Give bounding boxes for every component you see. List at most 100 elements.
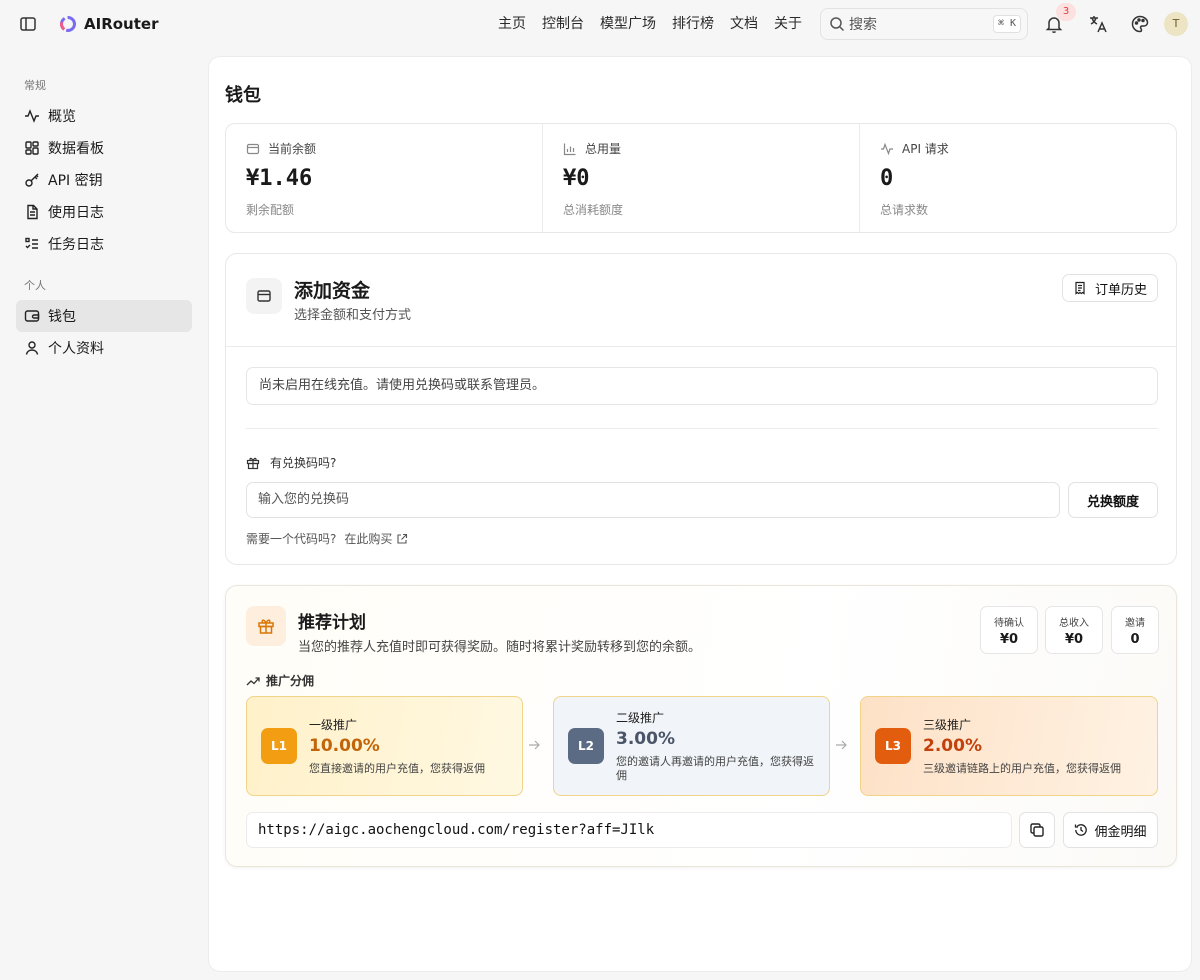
sidebar-item-label: 概览 — [48, 109, 76, 125]
referral-subtitle: 当您的推荐人充值时即可获得奖励。随时将累计奖励转移到您的余额。 — [298, 640, 702, 655]
stat-value: 0 — [880, 166, 894, 191]
invites-value: 0 — [1130, 632, 1140, 647]
page-title: 钱包 — [225, 85, 261, 106]
wallet-icon — [246, 278, 282, 314]
nav-leaderboard[interactable]: 排行榜 — [672, 14, 714, 34]
stat-label: 总用量 — [585, 142, 622, 156]
stat-value: ¥0 — [563, 166, 590, 191]
sidebar-toggle-icon[interactable] — [18, 14, 38, 34]
referral-link-field[interactable]: https://aigc.aochengcloud.com/register?a… — [246, 812, 1012, 848]
stats-card: 当前余额 ¥1.46 剩余配额 总用量 ¥0 总消耗额度 API 请求 0 总请… — [225, 123, 1177, 233]
search-input[interactable]: 搜索 ⌘ K — [820, 8, 1028, 40]
referral-card: 推荐计划 当您的推荐人充值时即可获得奖励。随时将累计奖励转移到您的余额。 待确认… — [225, 585, 1177, 867]
sidebar-item-profile[interactable]: 个人资料 — [16, 332, 192, 364]
stat-sub: 总请求数 — [880, 203, 929, 217]
tier-desc: 您直接邀请的用户充值，您获得返佣 — [309, 762, 485, 775]
wallet-icon — [246, 142, 260, 156]
commission-details-button[interactable]: 佣金明细 — [1063, 812, 1158, 848]
key-icon — [24, 172, 40, 188]
notification-badge: 3 — [1056, 3, 1076, 21]
tier-badge: L3 — [875, 728, 911, 764]
nav-docs[interactable]: 文档 — [730, 14, 758, 34]
tier-percent: 3.00% — [616, 729, 675, 749]
tier-badge: L2 — [568, 728, 604, 764]
redeem-label: 有兑换码吗? — [270, 456, 337, 470]
external-link-icon[interactable] — [392, 533, 408, 545]
avatar[interactable]: T — [1164, 12, 1188, 36]
activity-icon — [24, 108, 40, 124]
brand-name[interactable]: AIRouter — [84, 14, 158, 34]
top-nav: 主页 控制台 模型广场 排行榜 文档 关于 — [498, 14, 818, 34]
palette-icon[interactable] — [1130, 14, 1150, 34]
list-icon — [24, 236, 40, 252]
tier-desc: 您的邀请人再邀请的用户充值，您获得返佣 — [616, 755, 814, 782]
invites-label: 邀请 — [1125, 618, 1145, 629]
tiers-heading: 推广分佣 — [246, 672, 314, 689]
activity-icon — [880, 142, 894, 156]
tier-name: 一级推广 — [309, 718, 358, 732]
income-stat: 总收入 ¥0 — [1045, 606, 1103, 654]
referral-title: 推荐计划 — [298, 613, 366, 633]
stat-requests: API 请求 0 总请求数 — [860, 124, 1176, 232]
dashboard-icon — [24, 140, 40, 156]
buy-link[interactable]: 在此购买 — [344, 530, 392, 547]
tier-name: 三级推广 — [923, 718, 972, 732]
sidebar-item-label: API 密钥 — [48, 173, 103, 189]
order-history-button[interactable]: 订单历史 — [1062, 274, 1158, 302]
brand-logo-icon[interactable] — [58, 14, 78, 34]
pending-label: 待确认 — [994, 618, 1024, 629]
sidebar-item-label: 个人资料 — [48, 341, 104, 357]
copy-link-button[interactable] — [1019, 812, 1055, 848]
sidebar-item-task-logs[interactable]: 任务日志 — [16, 228, 192, 260]
add-funds-card: 添加资金 选择金额和支付方式 订单历史 尚未启用在线充值。请使用兑换码或联系管理… — [225, 253, 1177, 565]
receipt-icon — [1073, 281, 1087, 295]
need-code-text: 需要一个代码吗? — [246, 532, 337, 546]
stat-value: ¥1.46 — [246, 166, 313, 191]
tier-card-l2: L2 二级推广 3.00% 您的邀请人再邀请的用户充值，您获得返佣 — [553, 696, 830, 796]
stat-sub: 剩余配额 — [246, 203, 295, 217]
tier-percent: 2.00% — [923, 736, 982, 756]
divider — [246, 428, 1158, 429]
commission-details-label: 佣金明细 — [1094, 824, 1147, 840]
tier-badge: L1 — [261, 728, 297, 764]
search-placeholder: 搜索 — [849, 17, 877, 33]
funds-subtitle: 选择金额和支付方式 — [294, 308, 412, 323]
tier-card-l3: L3 三级推广 2.00% 三级邀请链路上的用户充值，您获得返佣 — [860, 696, 1158, 796]
stat-label: API 请求 — [902, 142, 949, 156]
income-label: 总收入 — [1059, 618, 1089, 629]
stat-sub: 总消耗额度 — [563, 203, 624, 217]
nav-console[interactable]: 控制台 — [542, 14, 584, 34]
search-shortcut: ⌘ K — [992, 15, 1021, 33]
sidebar-item-label: 任务日志 — [48, 237, 104, 253]
trending-up-icon — [246, 674, 260, 688]
sidebar-item-usage-logs[interactable]: 使用日志 — [16, 196, 192, 228]
top-bar: AIRouter 主页 控制台 模型广场 排行榜 文档 关于 搜索 ⌘ K 3 … — [0, 0, 1200, 48]
nav-about[interactable]: 关于 — [774, 14, 802, 34]
language-icon[interactable] — [1088, 14, 1108, 34]
funds-title: 添加资金 — [294, 280, 371, 302]
main-panel: 钱包 当前余额 ¥1.46 剩余配额 总用量 ¥0 总消耗额度 API 请求 0… — [208, 56, 1192, 972]
user-icon — [24, 340, 40, 356]
copy-icon — [1029, 822, 1045, 838]
sidebar-item-wallet[interactable]: 钱包 — [16, 300, 192, 332]
redeem-button[interactable]: 兑换额度 — [1068, 482, 1158, 518]
search-icon — [829, 16, 845, 32]
stat-balance: 当前余额 ¥1.46 剩余配额 — [226, 124, 543, 232]
pending-stat: 待确认 ¥0 — [980, 606, 1038, 654]
wallet-icon — [24, 308, 40, 324]
income-value: ¥0 — [1064, 632, 1084, 647]
sidebar-item-api-keys[interactable]: API 密钥 — [16, 164, 192, 196]
nav-models[interactable]: 模型广场 — [600, 14, 656, 34]
stat-usage: 总用量 ¥0 总消耗额度 — [543, 124, 860, 232]
sidebar-item-label: 数据看板 — [48, 141, 104, 157]
file-icon — [24, 204, 40, 220]
sidebar-item-dashboard[interactable]: 数据看板 — [16, 132, 192, 164]
arrow-right-icon — [834, 738, 848, 752]
nav-home[interactable]: 主页 — [498, 14, 526, 34]
pending-value: ¥0 — [999, 632, 1019, 647]
arrow-right-icon — [527, 738, 541, 752]
sidebar-item-overview[interactable]: 概览 — [16, 100, 192, 132]
redeem-code-input[interactable]: 输入您的兑换码 — [246, 482, 1060, 518]
tier-percent: 10.00% — [309, 736, 380, 756]
gift-icon — [246, 456, 260, 470]
